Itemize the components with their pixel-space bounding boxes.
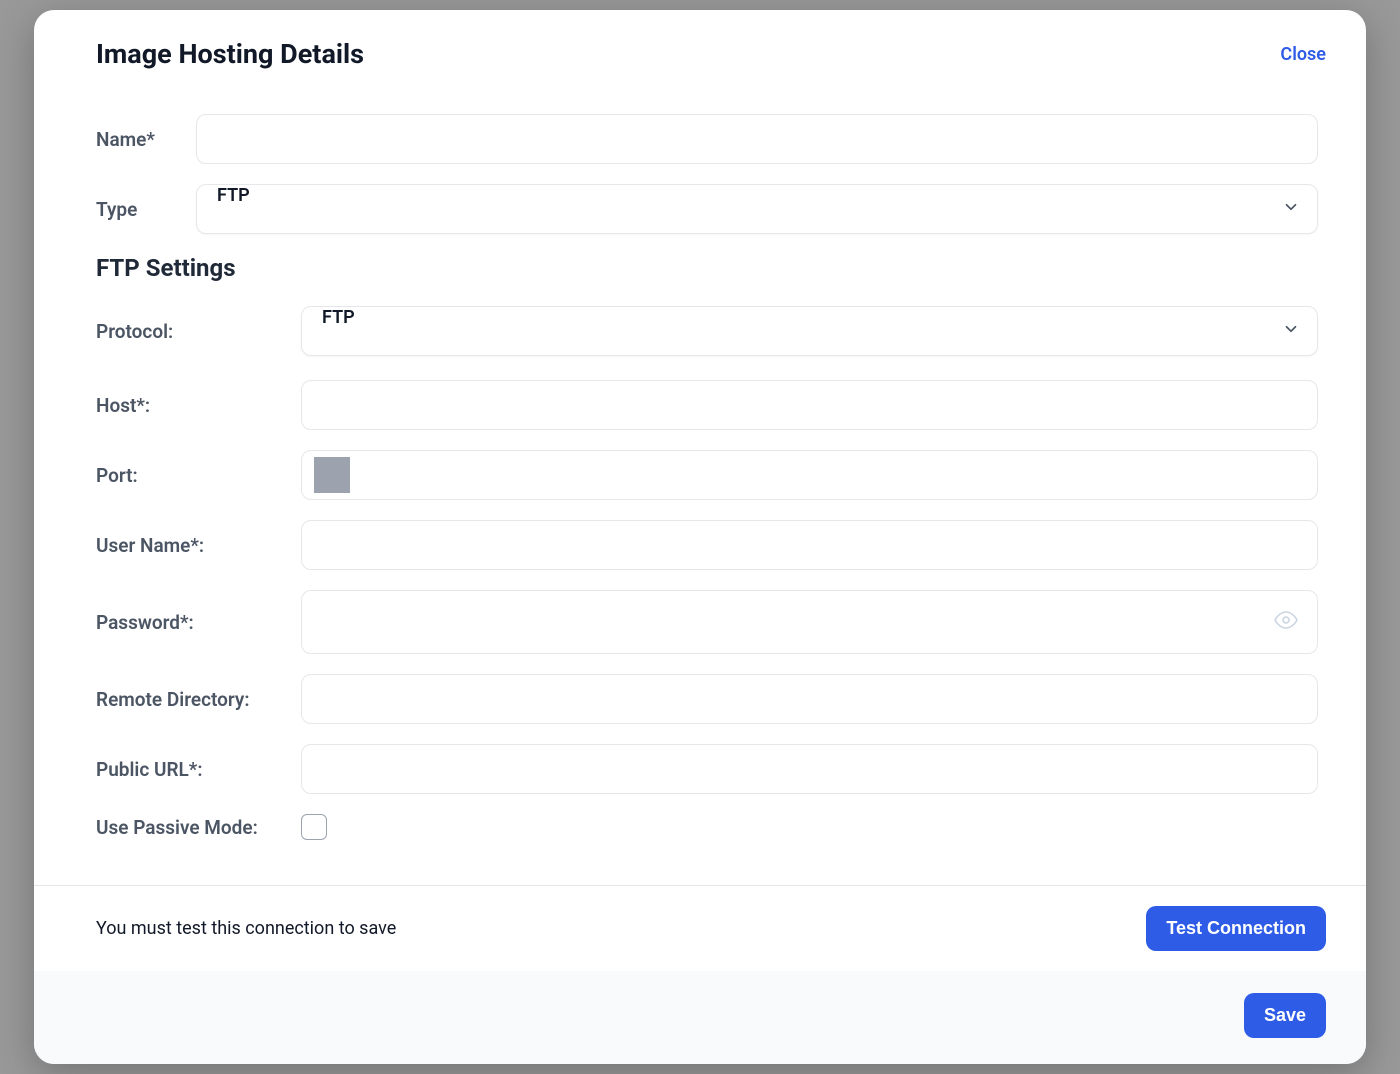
row-name: Name*: [96, 114, 1318, 164]
row-passive-mode: Use Passive Mode:: [96, 814, 1318, 840]
modal-header: Image Hosting Details Close: [34, 10, 1366, 80]
passive-mode-checkbox[interactable]: [301, 814, 327, 840]
port-placeholder-icon: [314, 457, 350, 493]
password-label: Password*:: [96, 611, 301, 634]
test-connection-button[interactable]: Test Connection: [1146, 906, 1326, 951]
public-url-input[interactable]: [301, 744, 1318, 794]
row-protocol: Protocol: FTP: [96, 306, 1318, 356]
ftp-settings-title: FTP Settings: [96, 254, 1318, 282]
public-url-label: Public URL*:: [96, 758, 301, 781]
modal-title: Image Hosting Details: [96, 38, 364, 70]
row-host: Host*:: [96, 380, 1318, 430]
protocol-select[interactable]: FTP: [301, 306, 1318, 356]
password-input[interactable]: [301, 590, 1318, 654]
name-input[interactable]: [196, 114, 1318, 164]
modal-footer: Save: [34, 971, 1366, 1064]
type-select[interactable]: FTP: [196, 184, 1318, 234]
host-input[interactable]: [301, 380, 1318, 430]
save-button[interactable]: Save: [1244, 993, 1326, 1038]
test-connection-bar: You must test this connection to save Te…: [34, 885, 1366, 971]
remote-directory-input[interactable]: [301, 674, 1318, 724]
row-port: Port:: [96, 450, 1318, 500]
username-label: User Name*:: [96, 534, 301, 557]
remote-directory-label: Remote Directory:: [96, 688, 301, 711]
image-hosting-modal: Image Hosting Details Close Name* Type F…: [34, 10, 1366, 1064]
eye-icon[interactable]: [1274, 608, 1298, 636]
row-type: Type FTP: [96, 184, 1318, 234]
close-button[interactable]: Close: [1280, 44, 1326, 65]
type-label: Type: [96, 198, 196, 221]
name-label: Name*: [96, 128, 196, 151]
row-username: User Name*:: [96, 520, 1318, 570]
test-connection-note: You must test this connection to save: [96, 918, 396, 939]
username-input[interactable]: [301, 520, 1318, 570]
row-remote-directory: Remote Directory:: [96, 674, 1318, 724]
host-label: Host*:: [96, 394, 301, 417]
port-input[interactable]: [301, 450, 1318, 500]
passive-mode-label: Use Passive Mode:: [96, 816, 301, 839]
modal-body: Name* Type FTP FTP Settings Protocol:: [34, 80, 1366, 885]
row-password: Password*:: [96, 590, 1318, 654]
row-public-url: Public URL*:: [96, 744, 1318, 794]
protocol-label: Protocol:: [96, 320, 301, 343]
port-label: Port:: [96, 464, 301, 487]
